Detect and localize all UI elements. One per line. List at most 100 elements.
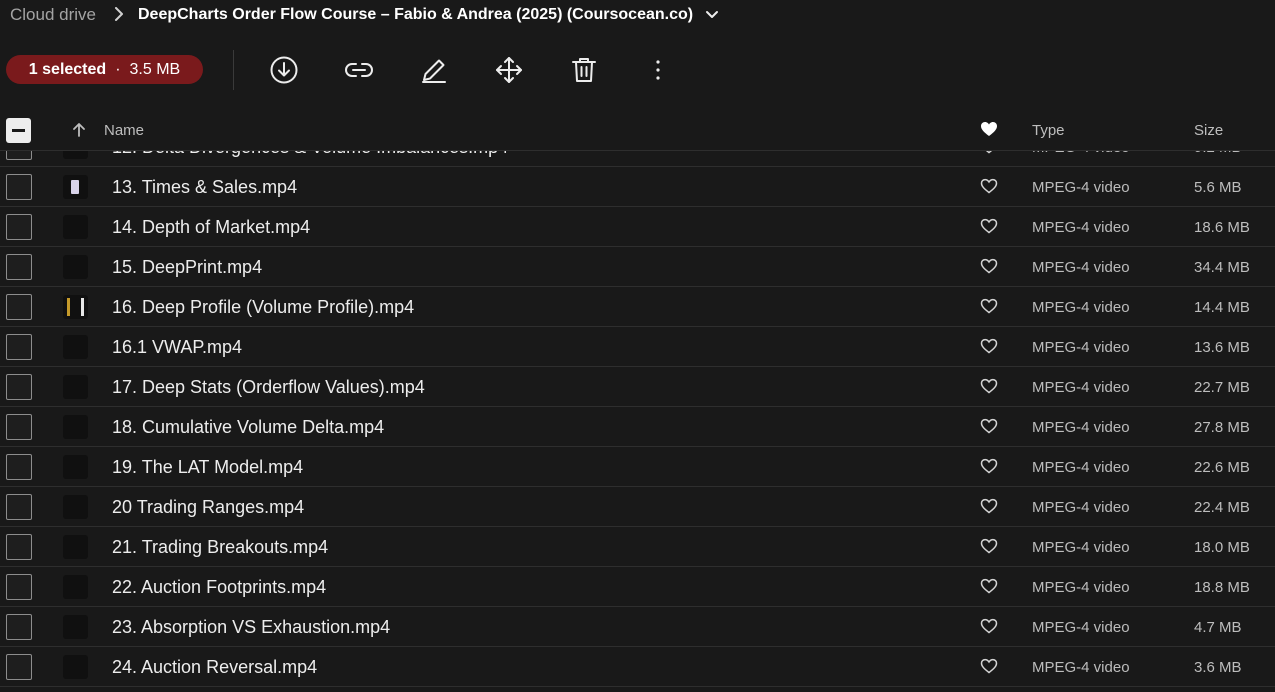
row-checkbox[interactable] [6, 174, 32, 200]
file-row[interactable]: 14. Depth of Market.mp4 MPEG-4 video 18.6 … [0, 207, 1275, 247]
selection-badge[interactable]: 1 selected · 3.5 MB [6, 55, 203, 84]
row-checkbox[interactable] [6, 334, 32, 360]
heart-outline-icon[interactable] [980, 498, 998, 519]
heart-outline-icon[interactable] [980, 258, 998, 279]
file-size: 22.6 MB [1194, 459, 1250, 476]
file-type: MPEG-4 video [1032, 339, 1130, 356]
file-name[interactable]: 18. Cumulative Volume Delta.mp4 [112, 417, 384, 438]
file-list-header: Name Type Size [0, 110, 1275, 150]
video-thumbnail [63, 215, 88, 239]
file-size: 5.6 MB [1194, 179, 1242, 196]
selection-size: 3.5 MB [129, 60, 181, 78]
row-checkbox[interactable] [6, 454, 32, 480]
file-name[interactable]: 17. Deep Stats (Orderflow Values).mp4 [112, 377, 425, 398]
heart-outline-icon[interactable] [980, 578, 998, 599]
video-thumbnail [63, 455, 88, 479]
row-checkbox[interactable] [6, 254, 32, 280]
file-type: MPEG-4 video [1032, 659, 1130, 676]
file-row[interactable]: 13. Times & Sales.mp4 MPEG-4 video 5.6 MB [0, 167, 1275, 207]
file-row[interactable]: 17. Deep Stats (Orderflow Values).mp4 MPE… [0, 367, 1275, 407]
file-row[interactable]: 12. Delta Divergences & Volume Imbalance… [0, 151, 1275, 167]
sort-ascending-icon[interactable] [71, 122, 87, 142]
row-checkbox[interactable] [6, 494, 32, 520]
file-row[interactable]: 20 Trading Ranges.mp4 MPEG-4 video 22.4 MB [0, 487, 1275, 527]
file-type: MPEG-4 video [1032, 219, 1130, 236]
heart-outline-icon[interactable] [980, 218, 998, 239]
heart-outline-icon[interactable] [980, 458, 998, 479]
file-name[interactable]: 16. Deep Profile (Volume Profile).mp4 [112, 297, 414, 318]
file-size: 9.2 MB [1194, 151, 1242, 156]
file-row[interactable]: 22. Auction Footprints.mp4 MPEG-4 video 18… [0, 567, 1275, 607]
file-list[interactable]: 12. Delta Divergences & Volume Imbalance… [0, 150, 1275, 692]
file-name[interactable]: 23. Absorption VS Exhaustion.mp4 [112, 617, 390, 638]
video-thumbnail [63, 415, 88, 439]
row-checkbox[interactable] [6, 214, 32, 240]
file-name[interactable]: 19. The LAT Model.mp4 [112, 457, 303, 478]
file-row[interactable]: 23. Absorption VS Exhaustion.mp4 MPEG-4 v… [0, 607, 1275, 647]
file-row[interactable]: 15. DeepPrint.mp4 MPEG-4 video 34.4 MB [0, 247, 1275, 287]
file-name[interactable]: 16.1 VWAP.mp4 [112, 337, 242, 358]
column-header-type[interactable]: Type [1032, 122, 1065, 139]
file-list-rows: 12. Delta Divergences & Volume Imbalance… [0, 151, 1275, 687]
file-type: MPEG-4 video [1032, 459, 1130, 476]
heart-outline-icon[interactable] [980, 178, 998, 199]
delete-button[interactable] [567, 53, 601, 87]
heart-outline-icon[interactable] [980, 338, 998, 359]
row-checkbox[interactable] [6, 414, 32, 440]
file-name[interactable]: 20 Trading Ranges.mp4 [112, 497, 304, 518]
file-name[interactable]: 21. Trading Breakouts.mp4 [112, 537, 328, 558]
file-size: 13.6 MB [1194, 339, 1250, 356]
move-button[interactable] [492, 53, 526, 87]
file-name[interactable]: 24. Auction Reversal.mp4 [112, 657, 317, 678]
pencil-icon [422, 59, 446, 83]
trash-icon [572, 58, 596, 82]
heart-outline-icon[interactable] [980, 538, 998, 559]
file-name[interactable]: 14. Depth of Market.mp4 [112, 217, 310, 238]
file-size: 3.6 MB [1194, 659, 1242, 676]
row-checkbox[interactable] [6, 614, 32, 640]
heart-outline-icon[interactable] [980, 151, 998, 159]
file-name[interactable]: 13. Times & Sales.mp4 [112, 177, 297, 198]
file-size: 22.4 MB [1194, 499, 1250, 516]
heart-outline-icon[interactable] [980, 618, 998, 639]
share-link-button[interactable] [342, 53, 376, 87]
file-row[interactable]: 16.1 VWAP.mp4 MPEG-4 video 13.6 MB [0, 327, 1275, 367]
video-thumbnail [63, 255, 88, 279]
video-thumbnail [63, 175, 88, 199]
column-header-size[interactable]: Size [1194, 122, 1223, 139]
file-name[interactable]: 22. Auction Footprints.mp4 [112, 577, 326, 598]
row-checkbox[interactable] [6, 294, 32, 320]
heart-outline-icon[interactable] [980, 418, 998, 439]
file-row[interactable]: 16. Deep Profile (Volume Profile).mp4 MPE… [0, 287, 1275, 327]
more-options-button[interactable] [641, 53, 675, 87]
select-all-checkbox[interactable] [6, 118, 31, 143]
file-name[interactable]: 15. DeepPrint.mp4 [112, 257, 262, 278]
file-size: 27.8 MB [1194, 419, 1250, 436]
file-size: 4.7 MB [1194, 619, 1242, 636]
breadcrumb-current-folder[interactable]: DeepCharts Order Flow Course – Fabio & A… [138, 6, 693, 24]
column-header-name[interactable]: Name [104, 122, 144, 139]
row-checkbox[interactable] [6, 151, 32, 160]
file-type: MPEG-4 video [1032, 619, 1130, 636]
download-button[interactable] [267, 53, 301, 87]
file-row[interactable]: 21. Trading Breakouts.mp4 MPEG-4 video 18.… [0, 527, 1275, 567]
heart-outline-icon[interactable] [980, 298, 998, 319]
file-row[interactable]: 19. The LAT Model.mp4 MPEG-4 video 22.6 MB [0, 447, 1275, 487]
heart-outline-icon[interactable] [980, 658, 998, 679]
rename-button[interactable] [417, 53, 451, 87]
breadcrumb-root[interactable]: Cloud drive [10, 5, 96, 25]
file-name[interactable]: 12. Delta Divergences & Volume Imbalance… [112, 151, 508, 158]
heart-outline-icon[interactable] [980, 378, 998, 399]
video-thumbnail [63, 295, 88, 319]
row-checkbox[interactable] [6, 534, 32, 560]
row-checkbox[interactable] [6, 654, 32, 680]
row-checkbox[interactable] [6, 374, 32, 400]
video-thumbnail [63, 615, 88, 639]
heart-filled-icon[interactable] [980, 121, 998, 141]
row-checkbox[interactable] [6, 574, 32, 600]
chevron-down-icon[interactable] [705, 10, 719, 20]
file-size: 34.4 MB [1194, 259, 1250, 276]
file-row[interactable]: 24. Auction Reversal.mp4 MPEG-4 video 3.6 … [0, 647, 1275, 687]
file-row[interactable]: 18. Cumulative Volume Delta.mp4 MPEG-4 vi… [0, 407, 1275, 447]
video-thumbnail [63, 335, 88, 359]
